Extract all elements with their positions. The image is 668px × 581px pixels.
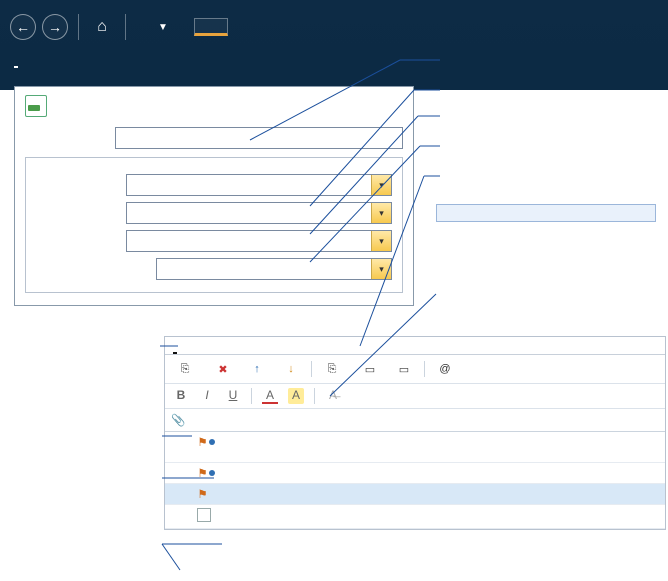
test-case-icon xyxy=(25,95,47,117)
highlight-button[interactable]: A xyxy=(288,388,304,404)
plan-tab[interactable] xyxy=(194,18,228,36)
steps-panel: ⎘ ✖ ↑ ↓ ⎘ ▭ ▭ @ B I U A A A̶ 📎 xyxy=(164,336,666,530)
chevron-down-icon: ▾ xyxy=(371,231,391,251)
arrow-right-icon: → xyxy=(48,19,62,35)
expected-cell[interactable] xyxy=(515,463,665,484)
shared-extra-2[interactable]: ▭ xyxy=(390,359,418,379)
divider xyxy=(125,14,126,40)
title-input[interactable] xyxy=(115,127,403,149)
shared-extra-1[interactable]: ▭ xyxy=(356,359,384,379)
doc-icon: ▭ xyxy=(363,362,377,376)
expected-header xyxy=(515,409,665,432)
steps-table: 📎 ⚑ xyxy=(165,409,665,529)
state-combo[interactable]: ▾ xyxy=(126,202,392,224)
insert-param-button[interactable]: @ xyxy=(431,359,463,379)
add-step-label xyxy=(223,505,665,529)
callout-infobox xyxy=(436,204,656,222)
chevron-down-icon: ▾ xyxy=(371,175,391,195)
insert-step-button[interactable]: ⎘ xyxy=(171,359,203,379)
arrow-left-icon: ← xyxy=(16,19,30,35)
new-step-icon xyxy=(197,508,211,522)
action-header xyxy=(223,409,515,432)
subtab-results[interactable] xyxy=(36,54,40,68)
home-icon: ⌂ xyxy=(97,18,107,36)
table-row[interactable]: ⚑ xyxy=(165,484,665,505)
arrow-up-icon: ↑ xyxy=(250,362,264,376)
status-group: ▾ ▾ ▾ ▾ xyxy=(25,157,403,293)
subtab-contents[interactable] xyxy=(14,54,18,68)
title-row xyxy=(25,127,403,149)
action-cell[interactable] xyxy=(223,463,515,484)
tab-associated[interactable] xyxy=(263,342,267,354)
paperclip-icon: 📎 xyxy=(171,415,185,427)
panel-header xyxy=(25,95,403,117)
test-case-panel: ▾ ▾ ▾ ▾ xyxy=(14,86,414,306)
subtab-properties[interactable] xyxy=(58,54,62,68)
doc-icon: ▭ xyxy=(397,362,411,376)
validation-flag-icon: ⚑ xyxy=(197,437,214,449)
nav-row: ← → ⌂ ▼ xyxy=(10,6,658,48)
steps-tabs xyxy=(165,337,665,355)
chevron-down-icon: ▾ xyxy=(371,259,391,279)
forward-button[interactable]: → xyxy=(42,14,68,40)
italic-button[interactable]: I xyxy=(199,388,215,404)
divider xyxy=(78,14,79,40)
state-value xyxy=(127,203,371,223)
tab-steps[interactable] xyxy=(173,342,177,354)
chevron-down-icon: ▼ xyxy=(158,22,168,33)
app-dropdown[interactable]: ▼ xyxy=(158,22,168,33)
add-step-row[interactable] xyxy=(165,505,665,529)
bold-button[interactable]: B xyxy=(173,388,189,404)
table-row[interactable]: ⚑ xyxy=(165,432,665,463)
tab-backlog[interactable] xyxy=(209,342,213,354)
priority-value xyxy=(127,231,371,251)
home-button[interactable]: ⌂ xyxy=(89,14,115,40)
move-up-button[interactable]: ↑ xyxy=(243,359,271,379)
expected-cell[interactable] xyxy=(515,484,665,505)
insert-shared-button[interactable]: ⎘ xyxy=(318,359,350,379)
divider xyxy=(311,361,312,377)
steps-toolbar: ⎘ ✖ ↑ ↓ ⎘ ▭ ▭ @ xyxy=(165,355,665,384)
app-chrome: ← → ⌂ ▼ xyxy=(0,0,668,90)
validation-flag-icon: ⚑ xyxy=(197,468,214,480)
priority-combo[interactable]: ▾ xyxy=(126,230,392,252)
action-cell[interactable] xyxy=(223,484,515,505)
tab-attachments[interactable] xyxy=(245,342,249,354)
chevron-down-icon: ▾ xyxy=(371,203,391,223)
automation-combo[interactable]: ▾ xyxy=(156,258,392,280)
assigned-combo[interactable]: ▾ xyxy=(126,174,392,196)
delete-step-button[interactable]: ✖ xyxy=(209,359,237,379)
arrow-down-icon: ↓ xyxy=(284,362,298,376)
divider xyxy=(251,388,252,404)
param-icon: @ xyxy=(438,362,452,376)
action-cell[interactable] xyxy=(223,432,515,463)
divider xyxy=(314,388,315,404)
num-header xyxy=(191,409,223,432)
shared-steps-icon: ⎘ xyxy=(325,362,339,376)
insert-step-icon: ⎘ xyxy=(178,362,192,376)
sub-tabs xyxy=(10,54,658,68)
back-button[interactable]: ← xyxy=(10,14,36,40)
assigned-value xyxy=(127,175,371,195)
attachment-header: 📎 xyxy=(165,409,191,432)
step-flag-icon: ⚑ xyxy=(197,489,207,501)
font-color-button[interactable]: A xyxy=(262,388,278,404)
tab-links[interactable] xyxy=(227,342,231,354)
table-row[interactable]: ⚑ xyxy=(165,463,665,484)
underline-button[interactable]: U xyxy=(225,388,241,404)
delete-icon: ✖ xyxy=(216,362,230,376)
expected-cell[interactable] xyxy=(515,432,665,463)
tab-summary[interactable] xyxy=(191,342,195,354)
format-toolbar: B I U A A A̶ xyxy=(165,384,665,409)
move-down-button[interactable]: ↓ xyxy=(277,359,305,379)
automation-value xyxy=(157,259,371,279)
clear-format-button[interactable]: A̶ xyxy=(325,388,341,404)
divider xyxy=(424,361,425,377)
